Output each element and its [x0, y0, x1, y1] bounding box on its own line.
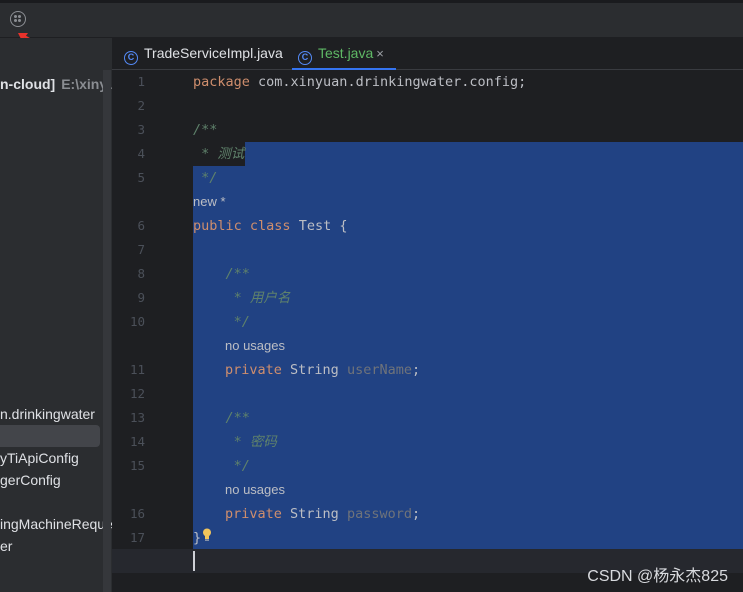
line-number: 1	[137, 74, 145, 89]
field-name: userName	[346, 362, 412, 378]
project-panel-scrollbar[interactable]	[103, 70, 111, 592]
tree-selection-highlight	[0, 425, 100, 447]
tree-item-request[interactable]: ingMachineReque	[0, 513, 112, 535]
line-number: 14	[129, 434, 145, 449]
keyword: private	[225, 506, 282, 522]
line-number: 6	[137, 218, 145, 233]
line-number: 15	[129, 458, 145, 473]
type-name: String	[281, 362, 347, 378]
usages-inlay-hint[interactable]: no usages	[225, 334, 285, 358]
tab-test-java[interactable]: C Test.java ×	[292, 38, 396, 70]
keyword: package	[193, 74, 250, 90]
watermark: CSDN @杨永杰825	[587, 568, 728, 585]
code-line-16: private String password;	[225, 502, 420, 526]
code-line-4: * 测试	[193, 146, 245, 162]
project-root-label: n-cloud]	[0, 76, 56, 92]
keyword: public	[193, 218, 242, 234]
author-inlay-hint[interactable]: new *	[193, 190, 226, 214]
code-line-11: private String userName;	[225, 358, 420, 382]
type-name: String	[281, 506, 347, 522]
tree-item-other[interactable]: er	[0, 535, 12, 557]
code-line-1: package com.xinyuan.drinkingwater.config…	[193, 70, 526, 94]
editor-tab-bar: C TradeServiceImpl.java C Test.java ×	[112, 38, 743, 70]
class-name: Test {	[290, 218, 348, 234]
line-number: 3	[137, 122, 145, 137]
code-line-5: */	[193, 170, 218, 186]
package-name: com.xinyuan.drinkingwater.config;	[249, 74, 527, 90]
semicolon: ;	[411, 506, 421, 522]
line-number: 13	[129, 410, 145, 425]
class-icon: C	[298, 51, 312, 65]
code-line-14: * 密码	[193, 434, 277, 450]
main-menu-icon[interactable]	[10, 11, 26, 27]
line-number: 12	[129, 386, 145, 401]
line-number: 5	[137, 170, 145, 185]
tree-item-config-1[interactable]: yTiApiConfig	[0, 447, 79, 469]
semicolon: ;	[411, 362, 421, 378]
line-number: 16	[129, 506, 145, 521]
code-line-3: /**	[193, 122, 218, 138]
code-line-15: */	[193, 458, 250, 474]
line-number-gutter: 1 2 3 4 5 6 7 8 9 10 11 12 13 14 15 16 1…	[112, 70, 192, 592]
line-number: 8	[137, 266, 145, 281]
text-caret	[193, 551, 195, 571]
usages-inlay-hint[interactable]: no usages	[225, 478, 285, 502]
close-tab-icon[interactable]: ×	[376, 46, 384, 61]
line-number: 7	[137, 242, 145, 257]
code-line-6: public class Test {	[193, 214, 347, 238]
code-editor[interactable]: package com.xinyuan.drinkingwater.config…	[193, 70, 743, 592]
code-line-8: /**	[193, 266, 250, 282]
line-number: 10	[129, 314, 145, 329]
code-line-10: */	[193, 314, 250, 330]
project-root-item[interactable]: n-cloud] E:\xinyu	[0, 73, 112, 95]
selection-highlight	[245, 142, 743, 166]
line-number: 2	[137, 98, 145, 113]
keyword: private	[225, 362, 282, 378]
keyword: class	[241, 218, 291, 234]
line-number: 17	[129, 530, 145, 545]
code-line-9: * 用户名	[193, 290, 291, 306]
tab-label: TradeServiceImpl.java	[144, 45, 283, 61]
field-name: password	[346, 506, 412, 522]
project-panel: n-cloud] E:\xinyu n.drinkingwater yTiApiC…	[0, 38, 112, 592]
tree-item-package[interactable]: n.drinkingwater	[0, 403, 95, 425]
tab-label: Test.java	[318, 45, 374, 61]
lightbulb-icon[interactable]	[202, 528, 212, 541]
line-number: 9	[137, 290, 145, 305]
code-line-17: }	[193, 530, 202, 546]
title-bar	[0, 0, 743, 38]
tree-item-config-2[interactable]: gerConfig	[0, 469, 61, 491]
code-line-13: /**	[193, 410, 250, 426]
class-icon: C	[124, 51, 138, 65]
line-number: 4	[137, 146, 145, 161]
tab-trade-service-impl[interactable]: C TradeServiceImpl.java	[118, 38, 289, 70]
title-bar-edge	[0, 0, 743, 3]
line-number: 11	[129, 362, 145, 377]
